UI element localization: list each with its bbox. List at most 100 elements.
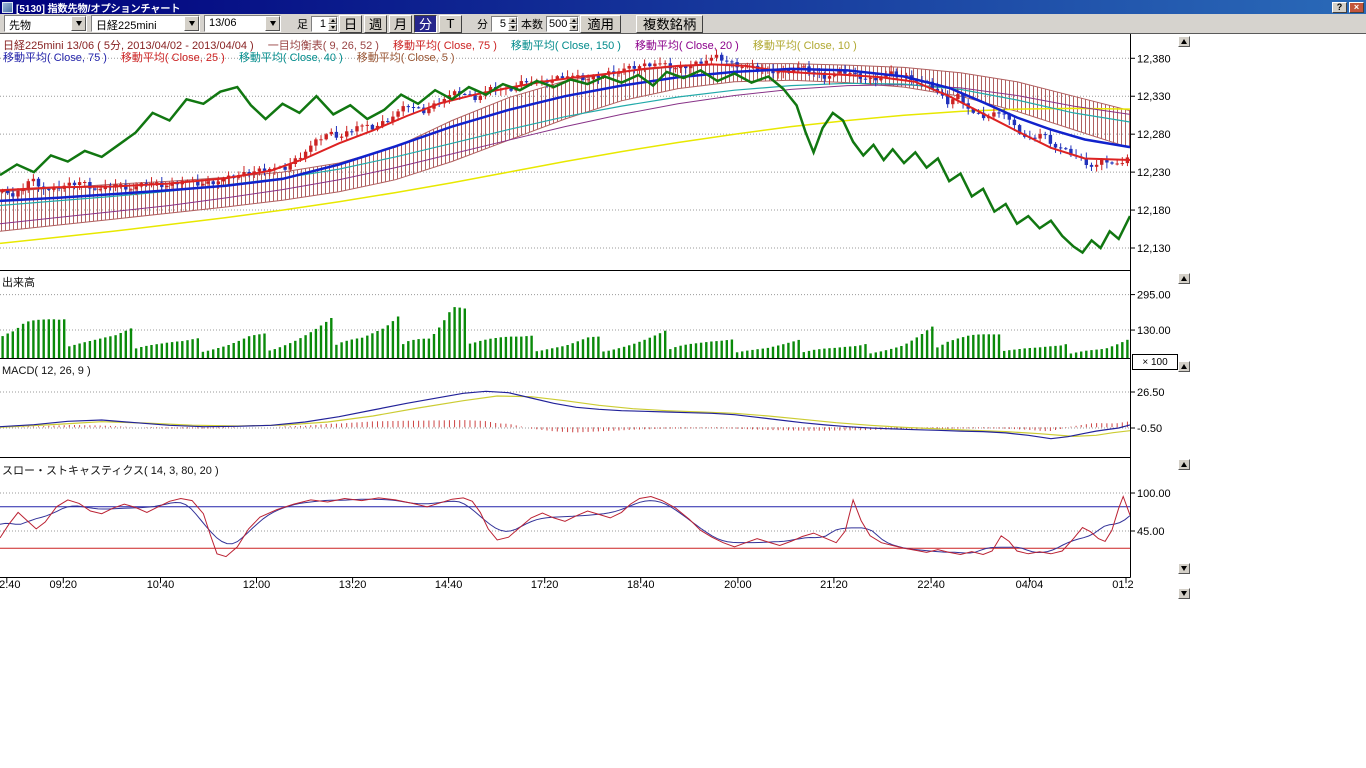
volume-bar — [746, 351, 748, 358]
bar-count-value: 500 — [547, 17, 569, 31]
volume-bar — [726, 340, 728, 358]
volume-bar — [782, 344, 784, 358]
volume-bar — [140, 347, 142, 358]
volume-bar — [197, 338, 199, 358]
volume-bar — [330, 318, 332, 358]
axis-tick-label: -0.50 — [1137, 423, 1162, 435]
period-button-minute[interactable]: 分 — [414, 15, 437, 33]
volume-bar — [669, 349, 671, 358]
candle-body — [479, 96, 482, 100]
chevron-down-icon[interactable] — [71, 16, 86, 31]
volume-bar — [741, 351, 743, 358]
application-window: [5130] 指数先物/オプションチャート ? × 先物 日経225mini 1… — [0, 0, 1366, 768]
time-tick-label: 09:20 — [50, 579, 78, 591]
arrow-up-icon — [1181, 39, 1187, 44]
volume-bar — [921, 334, 923, 358]
volume-bar — [1029, 348, 1031, 358]
help-button[interactable]: ? — [1332, 2, 1347, 13]
volume-bar — [864, 344, 866, 358]
period-button-tick[interactable]: T — [439, 15, 462, 33]
chart-canvas: 12,38012,33012,28012,23012,18012,130295.… — [0, 34, 1191, 601]
volume-bar — [104, 337, 106, 358]
volume-bar — [577, 341, 579, 358]
scroll-up-button[interactable] — [1178, 361, 1190, 372]
symbol-select[interactable]: 日経225mini — [91, 15, 200, 32]
spin-down-icon[interactable] — [508, 24, 517, 31]
spin-up-icon[interactable] — [508, 17, 517, 24]
scroll-up-button[interactable] — [1178, 273, 1190, 284]
volume-bar — [1090, 350, 1092, 358]
candle-body — [1038, 134, 1041, 138]
volume-bar — [238, 341, 240, 358]
apply-button[interactable]: 適用 — [580, 15, 621, 33]
period-button-month[interactable]: 月 — [389, 15, 412, 33]
volume-bar — [479, 341, 481, 358]
spin-up-icon[interactable] — [569, 17, 578, 24]
scroll-down-button[interactable] — [1178, 588, 1190, 599]
multi-symbol-button[interactable]: 複数銘柄 — [636, 15, 703, 33]
scroll-down-button[interactable] — [1178, 563, 1190, 574]
volume-bar — [926, 330, 928, 358]
candle-body — [366, 125, 369, 126]
candle-body — [699, 62, 702, 64]
candle-body — [212, 181, 215, 184]
volume-bar — [762, 349, 764, 358]
scroll-up-button[interactable] — [1178, 459, 1190, 470]
volume-bar — [289, 343, 291, 358]
volume-bar — [859, 345, 861, 358]
period-button-day[interactable]: 日 — [339, 15, 362, 33]
close-button[interactable]: × — [1349, 2, 1364, 13]
chevron-down-icon[interactable] — [184, 16, 199, 31]
volume-bar — [608, 351, 610, 358]
volume-bar — [17, 328, 19, 358]
volume-bar — [715, 341, 717, 358]
volume-bar — [1085, 351, 1087, 358]
chevron-down-icon[interactable] — [265, 16, 280, 31]
volume-bar — [73, 345, 75, 358]
candle-body — [1049, 135, 1052, 144]
minute-input[interactable]: 5 — [491, 16, 518, 32]
volume-bar — [423, 339, 425, 358]
window-title: [5130] 指数先物/オプションチャート — [16, 0, 180, 15]
volume-bar — [135, 348, 137, 358]
volume-bar — [1111, 346, 1113, 358]
spin-down-icon[interactable] — [328, 24, 337, 31]
bar-type-label: 足 — [297, 16, 308, 32]
volume-bar — [484, 340, 486, 358]
volume-bar — [967, 336, 969, 358]
spin-up-icon[interactable] — [328, 17, 337, 24]
volume-bar — [710, 342, 712, 359]
period-button-week[interactable]: 週 — [364, 15, 387, 33]
volume-bar — [839, 347, 841, 358]
volume-bar — [515, 337, 517, 358]
volume-bar — [310, 332, 312, 358]
candle-body — [643, 64, 646, 67]
bar-count-input[interactable]: 500 — [546, 16, 579, 32]
spin-down-icon[interactable] — [569, 24, 578, 31]
volume-bar — [253, 335, 255, 358]
candle-body — [997, 112, 1000, 113]
volume-bar — [125, 331, 127, 358]
volume-bar — [895, 348, 897, 359]
volume-bar — [161, 344, 163, 359]
volume-bar — [304, 335, 306, 358]
volume-bar — [181, 341, 183, 358]
contract-select[interactable]: 13/06 — [204, 15, 281, 32]
candle-body — [674, 68, 677, 69]
volume-bar — [803, 352, 805, 358]
volume-bar — [828, 348, 830, 358]
candle-body — [1095, 165, 1098, 167]
volume-bar — [1049, 346, 1051, 358]
volume-bar — [988, 334, 990, 358]
candle-body — [350, 131, 353, 132]
volume-bar — [818, 349, 820, 358]
bar-multiplier-input[interactable]: 1 — [311, 16, 338, 32]
volume-bar — [7, 334, 9, 359]
volume-bar — [1095, 350, 1097, 358]
arrow-up-icon — [1181, 276, 1187, 281]
category-select[interactable]: 先物 — [4, 15, 87, 32]
scroll-up-button[interactable] — [1178, 36, 1190, 47]
volume-bar — [787, 343, 789, 358]
volume-bar — [1, 336, 3, 358]
volume-bar — [433, 334, 435, 358]
